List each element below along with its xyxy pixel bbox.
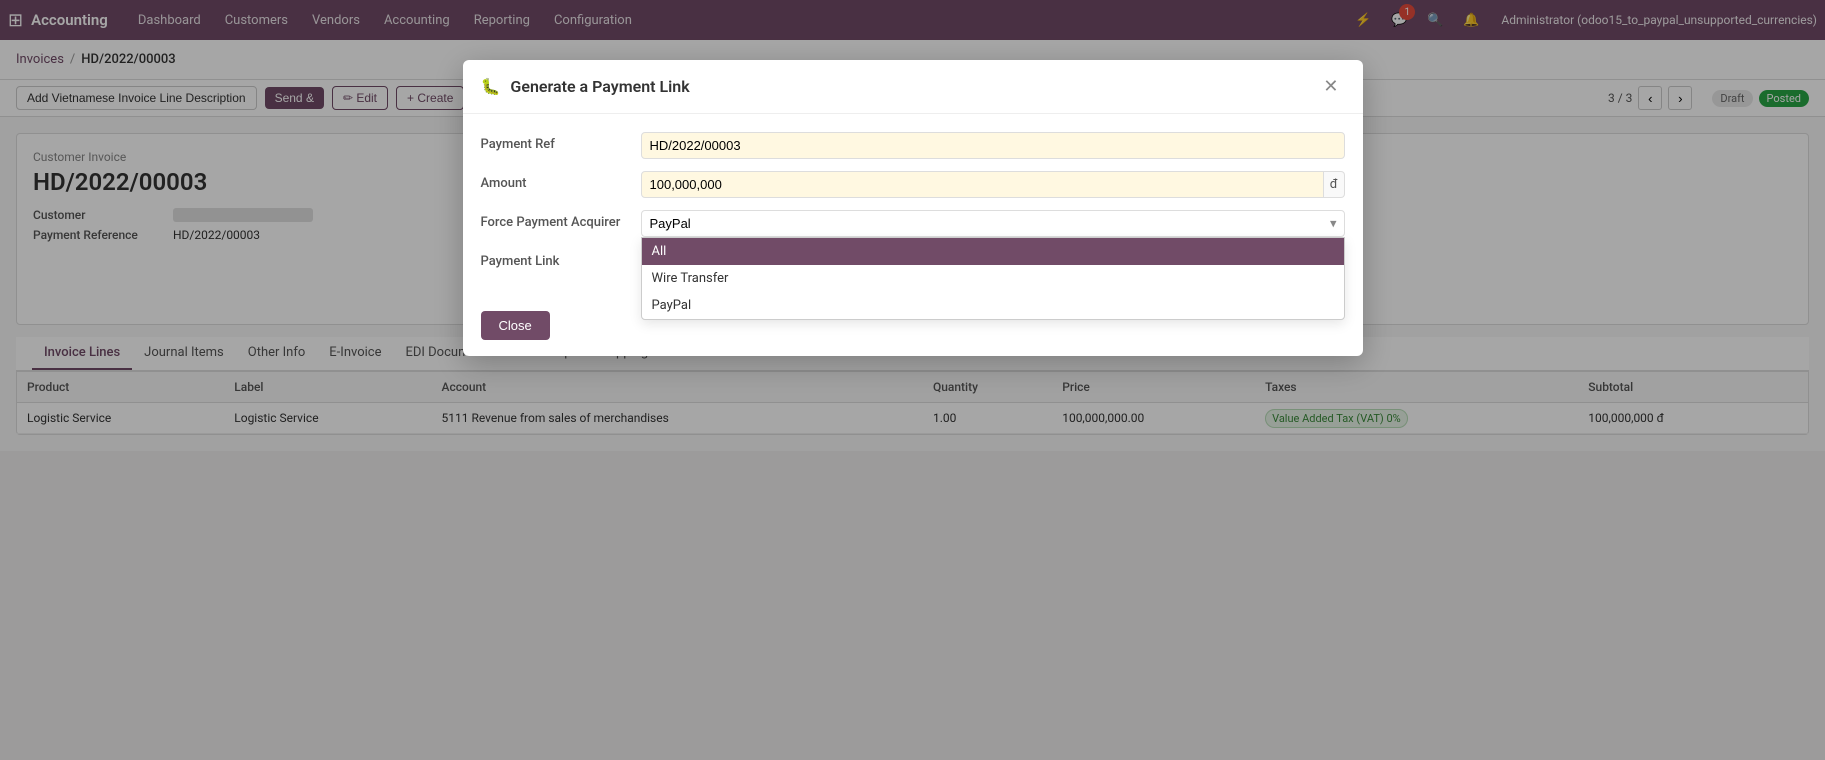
payment-ref-label: Payment Ref	[481, 132, 631, 152]
amount-row: Amount đ	[481, 171, 1345, 198]
dropdown-item-paypal[interactable]: PayPal	[642, 292, 1344, 319]
force-payment-label: Force Payment Acquirer	[481, 210, 631, 230]
modal-body: Payment Ref Amount đ Force Payment Acqui…	[463, 114, 1363, 301]
force-payment-row: Force Payment Acquirer PayPal ▾ All Wire…	[481, 210, 1345, 237]
payment-link-label: Payment Link	[481, 249, 631, 269]
force-payment-select[interactable]: PayPal	[641, 210, 1345, 237]
payment-ref-input[interactable]	[641, 132, 1345, 159]
payment-ref-control	[641, 132, 1345, 159]
modal-header: 🐛 Generate a Payment Link ✕	[463, 60, 1363, 114]
dropdown-item-all[interactable]: All	[642, 238, 1344, 265]
payment-acquirer-dropdown: All Wire Transfer PayPal	[641, 237, 1345, 320]
amount-label: Amount	[481, 171, 631, 191]
close-button[interactable]: Close	[481, 311, 550, 340]
modal-title: Generate a Payment Link	[510, 77, 1307, 96]
amount-control: đ	[641, 171, 1345, 198]
force-payment-control: PayPal ▾ All Wire Transfer PayPal	[641, 210, 1345, 237]
amount-input[interactable]	[641, 171, 1324, 198]
modal-close-button[interactable]: ✕	[1317, 74, 1344, 99]
payment-link-modal: 🐛 Generate a Payment Link ✕ Payment Ref …	[463, 60, 1363, 356]
dropdown-item-wire-transfer[interactable]: Wire Transfer	[642, 265, 1344, 292]
modal-overlay: 🐛 Generate a Payment Link ✕ Payment Ref …	[0, 0, 1825, 760]
payment-ref-row: Payment Ref	[481, 132, 1345, 159]
modal-bug-icon: 🐛	[481, 77, 501, 96]
amount-currency: đ	[1324, 171, 1345, 198]
